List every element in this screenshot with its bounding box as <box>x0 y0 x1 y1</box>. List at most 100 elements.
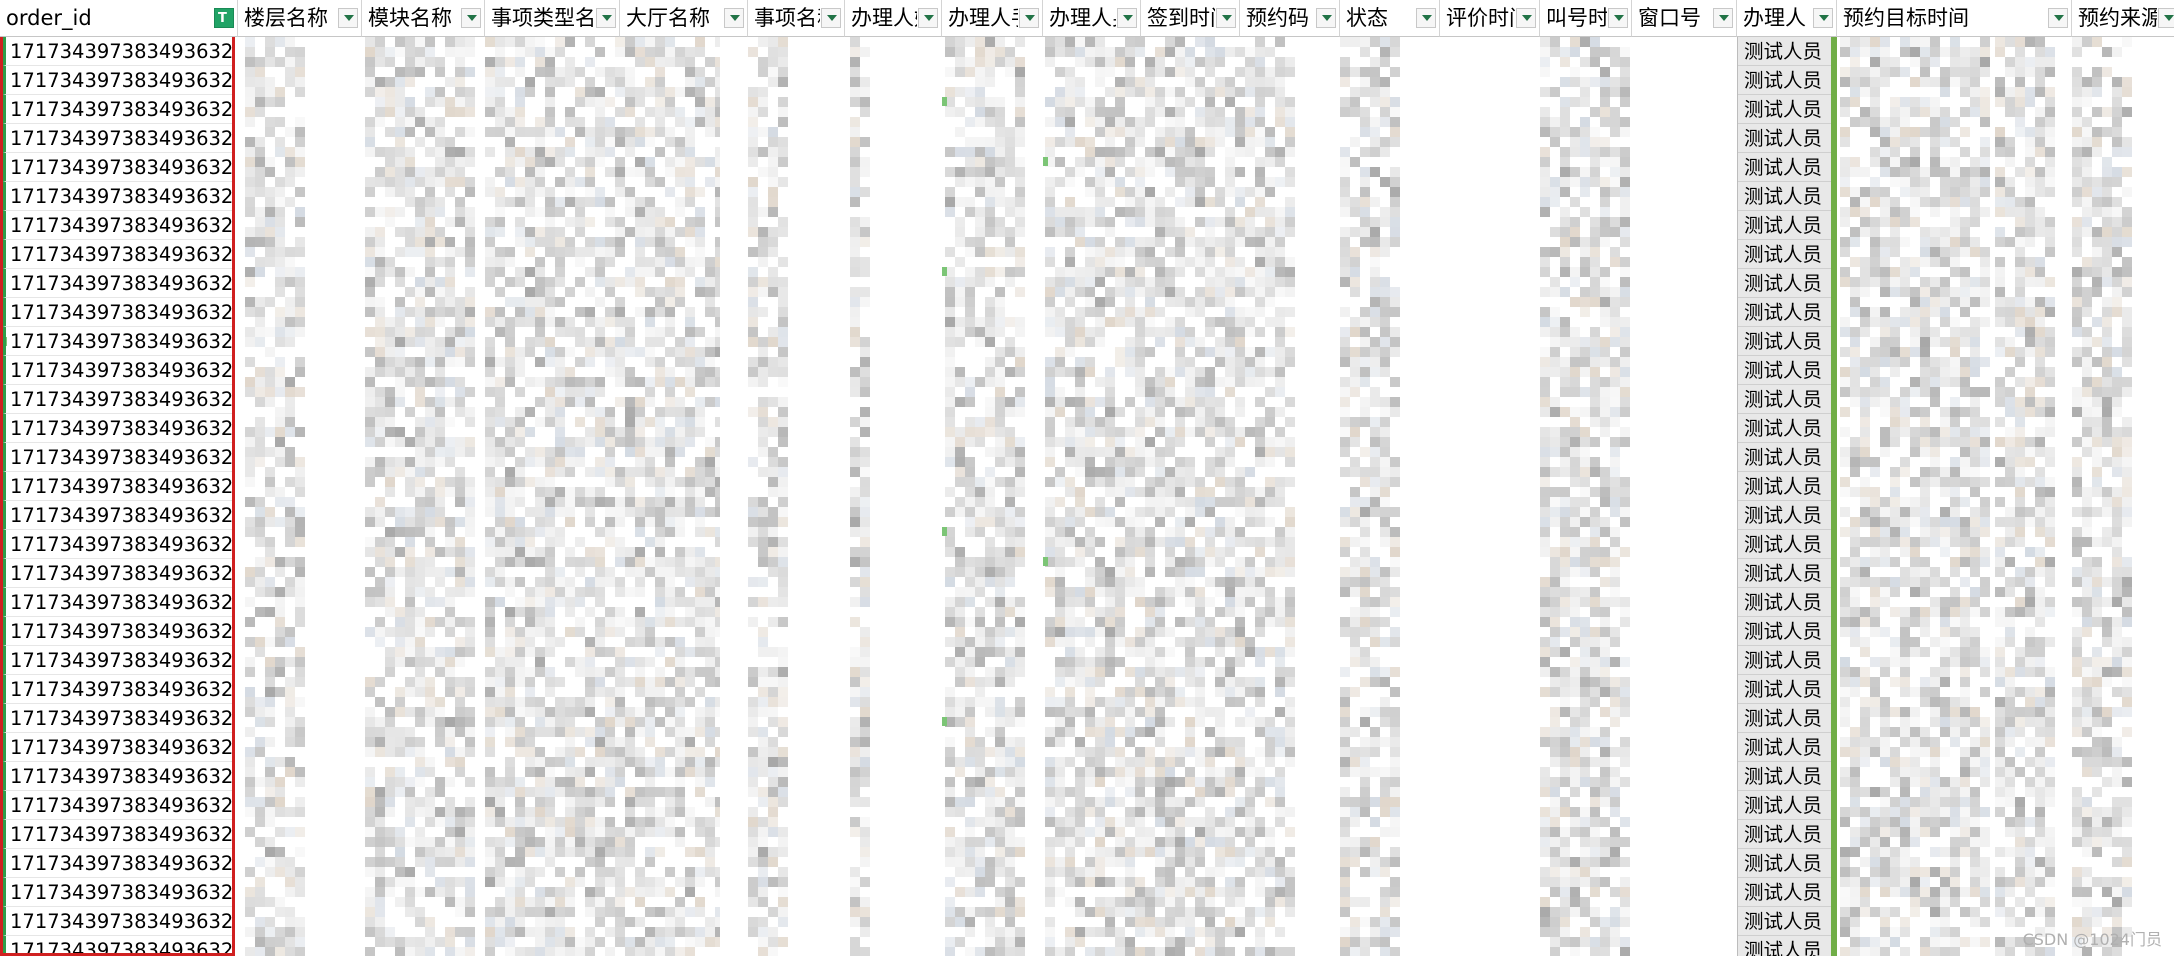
order-id-column[interactable]: 1717343973834936320 1717343973834936320 17… <box>0 37 235 956</box>
filter-dropdown-icon[interactable] <box>1216 8 1236 28</box>
filter-dropdown-icon[interactable] <box>724 8 744 28</box>
order-id-cell[interactable]: 1717343973834936320 <box>3 37 232 66</box>
filter-dropdown-icon[interactable] <box>1608 8 1628 28</box>
handler-cell[interactable]: 测试人员 <box>1738 327 1831 356</box>
handler-cell[interactable]: 测试人员 <box>1738 385 1831 414</box>
handler-cell[interactable]: 测试人员 <box>1738 240 1831 269</box>
handler-cell[interactable]: 测试人员 <box>1738 617 1831 646</box>
order-id-cell[interactable]: 1717343973834936320 <box>3 762 232 791</box>
order-id-cell[interactable]: 1717343973834936320 <box>3 704 232 733</box>
handler-cell[interactable]: 测试人员 <box>1738 153 1831 182</box>
order-id-cell[interactable]: 1717343973834936320 <box>3 95 232 124</box>
order-id-cell[interactable]: 1717343973834936320 <box>3 791 232 820</box>
order-id-cell[interactable]: 1717343973834936320 <box>3 385 232 414</box>
column-header[interactable]: 大厅名称 <box>620 0 748 37</box>
handler-cell[interactable]: 测试人员 <box>1738 443 1831 472</box>
filter-dropdown-icon[interactable] <box>2158 8 2174 28</box>
filter-dropdown-icon[interactable] <box>1316 8 1336 28</box>
column-header[interactable]: order_id T <box>0 0 238 37</box>
order-id-cell[interactable]: 1717343973834936320 <box>3 327 232 356</box>
order-id-cell[interactable]: 1717343973834936320 <box>3 936 232 953</box>
column-header[interactable]: 办理人姓 <box>845 0 942 37</box>
order-id-cell[interactable]: 1717343973834936320 <box>3 559 232 588</box>
order-id-cell[interactable]: 1717343973834936320 <box>3 849 232 878</box>
order-id-cell[interactable]: 1717343973834936320 <box>3 530 232 559</box>
handler-cell[interactable]: 测试人员 <box>1738 414 1831 443</box>
column-header[interactable]: 事项类型名 <box>485 0 620 37</box>
filter-dropdown-icon[interactable] <box>1516 8 1536 28</box>
order-id-cell[interactable]: 1717343973834936320 <box>3 733 232 762</box>
handler-cell[interactable]: 测试人员 <box>1738 791 1831 820</box>
handler-cell[interactable]: 测试人员 <box>1738 356 1831 385</box>
order-id-cell[interactable]: 1717343973834936320 <box>3 675 232 704</box>
handler-cell[interactable]: 测试人员 <box>1738 849 1831 878</box>
column-header[interactable]: 预约目标时间 <box>1837 0 2072 37</box>
filter-dropdown-icon[interactable] <box>1713 8 1733 28</box>
column-header[interactable]: 事项名称 <box>748 0 845 37</box>
column-header[interactable]: 预约来源 <box>2072 0 2174 37</box>
handler-cell[interactable]: 测试人员 <box>1738 675 1831 704</box>
order-id-cell[interactable]: 1717343973834936320 <box>3 646 232 675</box>
filter-dropdown-icon[interactable] <box>596 8 616 28</box>
order-id-cell[interactable]: 1717343973834936320 <box>3 472 232 501</box>
filter-active-icon[interactable]: T <box>214 8 234 28</box>
handler-cell[interactable]: 测试人员 <box>1738 124 1831 153</box>
column-header[interactable]: 预约码 <box>1240 0 1340 37</box>
column-header[interactable]: 窗口号 <box>1632 0 1737 37</box>
filter-dropdown-icon[interactable] <box>338 8 358 28</box>
column-header[interactable]: 模块名称 <box>362 0 485 37</box>
column-header[interactable]: 办理人 <box>1737 0 1837 37</box>
handler-cell[interactable]: 测试人员 <box>1738 472 1831 501</box>
handler-cell[interactable]: 测试人员 <box>1738 733 1831 762</box>
filter-dropdown-icon[interactable] <box>1117 8 1137 28</box>
handler-cell[interactable]: 测试人员 <box>1738 269 1831 298</box>
handler-cell[interactable]: 测试人员 <box>1738 646 1831 675</box>
order-id-cell[interactable]: 1717343973834936320 <box>3 153 232 182</box>
filter-dropdown-icon[interactable] <box>821 8 841 28</box>
handler-cell[interactable]: 测试人员 <box>1738 588 1831 617</box>
order-id-cell[interactable]: 1717343973834936320 <box>3 820 232 849</box>
handler-cell[interactable]: 测试人员 <box>1738 211 1831 240</box>
handler-cell[interactable]: 测试人员 <box>1738 530 1831 559</box>
order-id-cell[interactable]: 1717343973834936320 <box>3 907 232 936</box>
handler-cell[interactable]: 测试人员 <box>1738 66 1831 95</box>
handler-cell[interactable]: 测试人员 <box>1738 878 1831 907</box>
column-header[interactable]: 办理人身 <box>1043 0 1141 37</box>
column-header[interactable]: 签到时间 <box>1141 0 1240 37</box>
filter-dropdown-icon[interactable] <box>1813 8 1833 28</box>
order-id-cell[interactable]: 1717343973834936320 <box>3 66 232 95</box>
handler-cell[interactable]: 测试人员 <box>1738 559 1831 588</box>
order-id-cell[interactable]: 1717343973834936320 <box>3 878 232 907</box>
column-header[interactable]: 办理人手 <box>942 0 1043 37</box>
handler-cell[interactable]: 测试人员 <box>1738 95 1831 124</box>
order-id-cell[interactable]: 1717343973834936320 <box>3 298 232 327</box>
handler-cell[interactable]: 测试人员 <box>1738 298 1831 327</box>
handler-cell[interactable]: 测试人员 <box>1738 704 1831 733</box>
handler-cell[interactable]: 测试人员 <box>1738 182 1831 211</box>
filter-dropdown-icon[interactable] <box>2048 8 2068 28</box>
handler-cell[interactable]: 测试人员 <box>1738 907 1831 936</box>
order-id-cell[interactable]: 1717343973834936320 <box>3 443 232 472</box>
handler-cell[interactable]: 测试人员 <box>1738 762 1831 791</box>
handler-cell[interactable]: 测试人员 <box>1738 936 1831 956</box>
handler-cell[interactable]: 测试人员 <box>1738 820 1831 849</box>
filter-dropdown-icon[interactable] <box>1019 8 1039 28</box>
order-id-cell[interactable]: 1717343973834936320 <box>3 211 232 240</box>
order-id-cell[interactable]: 1717343973834936320 <box>3 124 232 153</box>
order-id-cell[interactable]: 1717343973834936320 <box>3 414 232 443</box>
order-id-cell[interactable]: 1717343973834936320 <box>3 617 232 646</box>
column-header[interactable]: 叫号时间 <box>1540 0 1632 37</box>
filter-dropdown-icon[interactable] <box>918 8 938 28</box>
filter-dropdown-icon[interactable] <box>461 8 481 28</box>
column-header[interactable]: 楼层名称 <box>238 0 362 37</box>
order-id-cell[interactable]: 1717343973834936320 <box>3 269 232 298</box>
handler-column[interactable]: 测试人员 测试人员 测试人员 测试人员 测试人员 测试人员 测试人员 测试人员 测试人员 测试人员… <box>1737 37 1837 956</box>
column-header[interactable]: 评价时间 <box>1440 0 1540 37</box>
order-id-cell[interactable]: 1717343973834936320 <box>3 182 232 211</box>
order-id-cell[interactable]: 1717343973834936320 <box>3 501 232 530</box>
order-id-cell[interactable]: 1717343973834936320 <box>3 240 232 269</box>
filter-dropdown-icon[interactable] <box>1416 8 1436 28</box>
handler-cell[interactable]: 测试人员 <box>1738 37 1831 66</box>
order-id-cell[interactable]: 1717343973834936320 <box>3 356 232 385</box>
handler-cell[interactable]: 测试人员 <box>1738 501 1831 530</box>
